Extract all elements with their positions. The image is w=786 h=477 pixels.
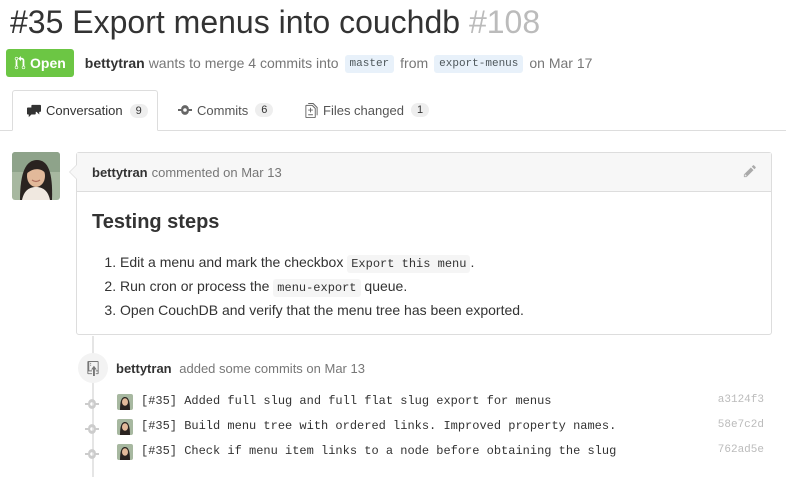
comment-meta: commented on Mar 13 [151, 164, 282, 180]
tab-files-changed[interactable]: Files changed 1 [305, 90, 430, 130]
base-branch[interactable]: master [344, 55, 395, 73]
comment-header: bettytran commented on Mar 13 [77, 153, 771, 192]
step-item: Open CouchDB and verify that the menu tr… [120, 299, 756, 321]
commit-avatar[interactable] [117, 419, 133, 435]
step-text: Open CouchDB and verify that the menu tr… [120, 302, 524, 318]
avatar[interactable] [12, 152, 60, 200]
commits-event-text: added some commits on Mar 13 [179, 361, 365, 376]
commit-avatar[interactable] [117, 444, 133, 460]
git-commit-icon [85, 446, 99, 464]
tab-commits[interactable]: Commits 6 [178, 90, 274, 130]
commit-row: [#35] Build menu tree with ordered links… [82, 415, 772, 439]
git-pull-request-icon [14, 56, 26, 70]
step-code: Export this menu [347, 255, 471, 273]
commit-message-link[interactable]: [#35] Build menu tree with ordered links… [141, 419, 616, 433]
step-item: Edit a menu and mark the checkbox Export… [120, 251, 756, 275]
comment-discussion-icon [27, 104, 41, 118]
step-text: Edit a menu and mark the checkbox [120, 254, 344, 270]
pr-title: #35 Export menus into couchdb #108 [10, 2, 540, 42]
commit-message-link[interactable]: [#35] Check if menu item links to a node… [141, 444, 616, 458]
repo-push-icon [78, 353, 108, 383]
comment-author-link[interactable]: bettytran [92, 165, 148, 180]
commits-author-link[interactable]: bettytran [116, 361, 172, 376]
pr-title-text: #35 Export menus into couchdb [10, 4, 461, 40]
state-label: Open [30, 55, 66, 71]
from-text: from [400, 55, 429, 71]
comment-box: bettytran commented on Mar 13 Testing st… [69, 152, 772, 335]
tab-conversation-label: Conversation [46, 103, 123, 118]
git-commit-icon [85, 421, 99, 439]
git-commit-icon [85, 396, 99, 414]
pr-tabs: Conversation 9 Commits 6 Files changed 1 [0, 90, 786, 131]
step-code: menu-export [273, 279, 361, 297]
commit-avatar[interactable] [117, 394, 133, 410]
step-item: Run cron or process the menu-export queu… [120, 275, 756, 299]
step-text-after: . [470, 254, 475, 270]
merge-text: wants to merge 4 commits into [148, 55, 339, 71]
tab-files-changed-label: Files changed [323, 102, 404, 118]
tab-files-changed-count: 1 [410, 103, 430, 117]
step-text-after: queue. [364, 278, 408, 294]
commit-message-link[interactable]: [#35] Added full slug and full flat slug… [141, 394, 551, 408]
tab-conversation-count: 9 [129, 103, 148, 118]
head-branch[interactable]: export-menus [434, 55, 524, 73]
tab-commits-label: Commits [197, 102, 249, 118]
commit-row: [#35] Check if menu item links to a node… [82, 440, 772, 464]
tab-conversation[interactable]: Conversation 9 [12, 90, 158, 131]
pr-author-link[interactable]: bettytran [85, 55, 145, 71]
tab-commits-count: 6 [255, 103, 274, 117]
commit-sha-link[interactable]: 762ad5e [718, 444, 764, 456]
commit-sha-link[interactable]: 58e7c2d [718, 419, 764, 431]
comment-body: Testing steps Edit a menu and mark the c… [77, 210, 771, 321]
pr-date: on Mar 17 [529, 55, 593, 71]
steps-list: Edit a menu and mark the checkbox Export… [92, 251, 756, 321]
pencil-icon[interactable] [743, 164, 757, 183]
comment-heading: Testing steps [92, 211, 220, 233]
pr-meta: Open bettytran wants to merge 4 commits … [6, 49, 592, 77]
diff-icon [305, 102, 318, 118]
step-text: Run cron or process the [120, 278, 270, 294]
commits-event-header: bettytran added some commits on Mar 13 [116, 361, 365, 376]
commit-row: [#35] Added full slug and full flat slug… [82, 390, 772, 414]
commit-sha-link[interactable]: a3124f3 [718, 394, 764, 406]
pr-number: #108 [468, 4, 541, 40]
git-commit-icon [178, 105, 192, 115]
state-badge: Open [6, 49, 74, 77]
